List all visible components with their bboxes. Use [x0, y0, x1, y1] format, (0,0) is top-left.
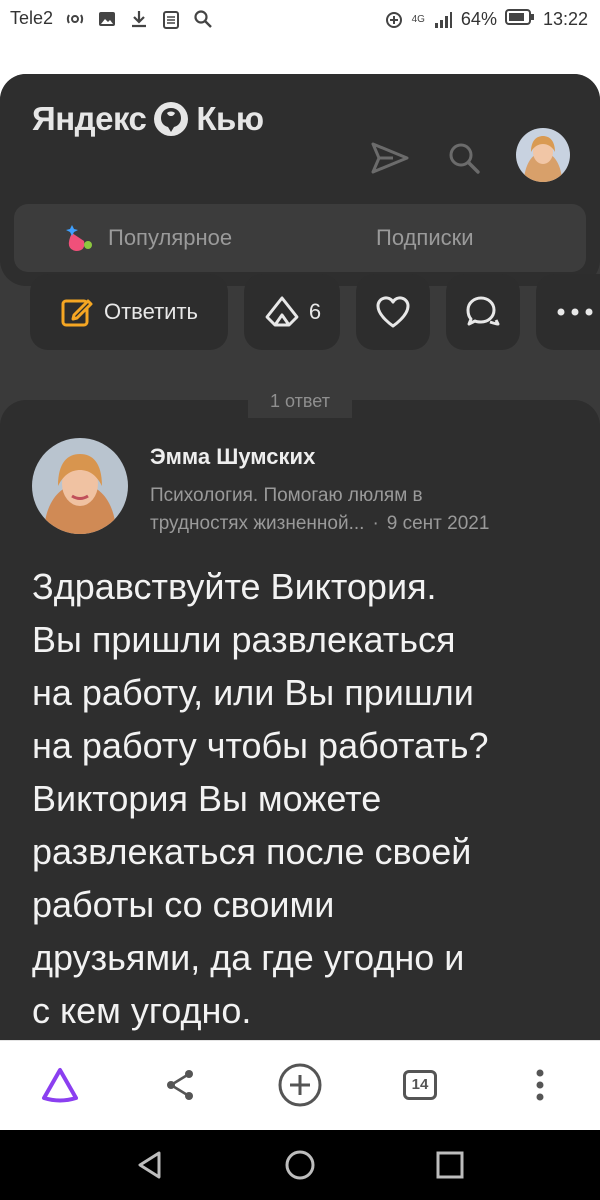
- tab-popular-label: Популярное: [108, 225, 233, 250]
- tab-subscriptions-label: Подписки: [376, 225, 474, 250]
- share-icon: [167, 1070, 193, 1100]
- app-header: Яндекс Кью Популярное Подписки: [0, 74, 600, 286]
- author-bio-line-2: трудностях жизненной... · 9 сент 2021: [150, 510, 570, 538]
- header-search-button[interactable]: [440, 134, 488, 182]
- comments-button[interactable]: [446, 274, 520, 350]
- upvote-icon: [265, 296, 299, 327]
- hotspot-icon: [65, 9, 85, 29]
- alice-button[interactable]: [36, 1061, 84, 1109]
- author-bio: Психология. Помогаю люлям в трудностях ж…: [150, 482, 570, 538]
- answer-text-line: Вы пришли развлекаться: [32, 619, 456, 660]
- answer-date: 9 сент 2021: [386, 513, 490, 534]
- download-icon: [129, 9, 149, 29]
- author-name[interactable]: Эмма Шумских: [150, 444, 315, 470]
- sparkle-drop-icon: [66, 225, 92, 251]
- reply-button[interactable]: Ответить: [30, 274, 228, 350]
- answer-text-line: развлекаться после своей: [32, 831, 472, 872]
- answer-text-line: работы со своими: [32, 884, 335, 925]
- question-actions: Ответить 6: [0, 274, 600, 352]
- answers-count: 1 ответ: [248, 384, 352, 418]
- comments-icon: [466, 296, 500, 326]
- upvote-button[interactable]: 6: [244, 274, 340, 350]
- menu-icon: [536, 1069, 544, 1101]
- heart-icon: [376, 296, 410, 328]
- more-button[interactable]: [536, 274, 600, 350]
- logo-text-q: Кью: [196, 100, 264, 137]
- more-icon: [557, 308, 593, 316]
- upvote-count: 6: [308, 299, 322, 324]
- data-saver-icon: [384, 10, 404, 30]
- home-icon: [285, 1150, 315, 1180]
- tabs-icon: 14: [403, 1070, 437, 1100]
- yandex-q-logo[interactable]: Яндекс Кью: [32, 100, 264, 138]
- send-icon: [371, 142, 409, 174]
- recent-apps-button[interactable]: [430, 1145, 470, 1185]
- answer-text-line: Здравствуйте Виктория.: [32, 566, 437, 607]
- answer-text-line: Виктория Вы можете: [32, 778, 382, 819]
- answer-text-line: друзьями, да где угодно и: [32, 937, 465, 978]
- recent-apps-icon: [436, 1151, 464, 1179]
- search-icon: [449, 143, 480, 174]
- q-logo-icon: [154, 102, 189, 136]
- avatar[interactable]: [516, 128, 570, 182]
- home-button[interactable]: [280, 1145, 320, 1185]
- battery-icon: [504, 8, 535, 31]
- logo-text-yandex: Яндекс: [32, 100, 147, 137]
- reply-label: Ответить: [103, 299, 199, 324]
- answer-text-line: на работу чтобы работать?: [32, 725, 489, 766]
- system-nav-bar: [0, 1130, 600, 1200]
- clipboard-icon: [161, 9, 181, 29]
- answer-text-line: с кем угодно.: [32, 990, 252, 1031]
- status-bar: Tele2 4G 64% 13:22: [0, 0, 600, 40]
- browser-toolbar: 14: [0, 1040, 600, 1130]
- add-icon: [278, 1063, 322, 1107]
- author-bio-line-1: Психология. Помогаю люлям в: [150, 485, 423, 506]
- share-button[interactable]: [156, 1061, 204, 1109]
- back-icon: [138, 1151, 161, 1179]
- author-bio-line-2-text: трудностях жизненной...: [150, 513, 365, 534]
- author-avatar[interactable]: [32, 438, 128, 534]
- new-tab-button[interactable]: [276, 1061, 324, 1109]
- alice-icon: [42, 1068, 78, 1103]
- answer-text-line: на работу, или Вы пришли: [32, 672, 474, 713]
- send-button[interactable]: [366, 134, 414, 182]
- clock: 13:22: [542, 9, 588, 29]
- edit-icon: [61, 299, 93, 327]
- back-button[interactable]: [130, 1145, 170, 1185]
- answer-text: Здравствуйте Виктория. Вы пришли развлек…: [32, 560, 572, 1037]
- search-icon: [193, 9, 213, 29]
- image-icon: [97, 9, 117, 29]
- tab-popular[interactable]: Популярное: [62, 204, 232, 272]
- browser-menu-button[interactable]: [516, 1061, 564, 1109]
- answer-card: Эмма Шумских Психология. Помогаю люлям в…: [0, 400, 600, 1040]
- carrier-label: Tele2: [10, 8, 54, 28]
- feed-tabs: Популярное Подписки: [14, 204, 586, 272]
- network-type: 4G: [411, 13, 425, 25]
- tab-subscriptions[interactable]: Подписки: [376, 204, 474, 272]
- like-button[interactable]: [356, 274, 430, 350]
- app-content: Яндекс Кью Популярное Подписки Ответить …: [0, 40, 600, 1040]
- signal-icon: [433, 10, 453, 30]
- separator-dot: ·: [372, 513, 379, 534]
- tabs-button[interactable]: 14: [396, 1061, 444, 1109]
- battery-percent: 64%: [460, 9, 497, 29]
